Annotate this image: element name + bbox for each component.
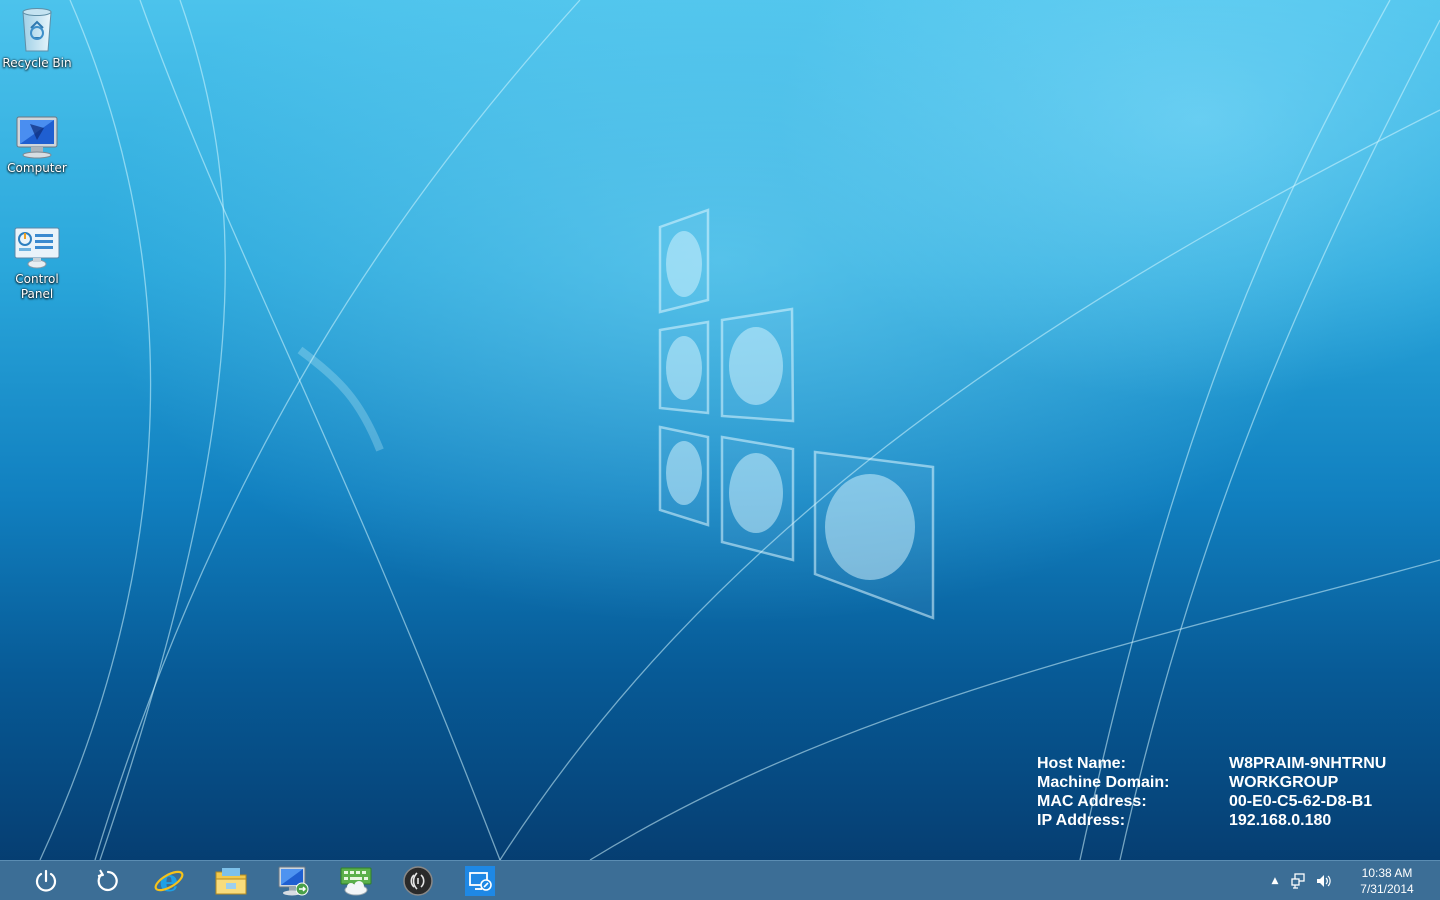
nfc-wireless-icon [403, 866, 433, 896]
chevron-up-icon: ▲ [1271, 875, 1279, 886]
system-info-row-mac: MAC Address: 00-E0-C5-62-D8-B1 [1037, 792, 1417, 811]
desktop-icon-label: Recycle Bin [2, 56, 72, 70]
desktop-icon-label: Computer [7, 161, 67, 175]
file-explorer-button[interactable] [212, 863, 250, 899]
volume-tray-button[interactable] [1312, 870, 1334, 892]
clock-time: 10:38 AM [1361, 865, 1413, 880]
display-settings-icon [465, 866, 495, 896]
power-icon [35, 869, 57, 892]
desktop-icon-control-panel[interactable]: Control Panel [0, 226, 74, 302]
svg-text:e: e [159, 865, 178, 897]
clock-date: 7/31/2014 [1360, 881, 1414, 896]
system-info-key: Machine Domain: [1037, 774, 1170, 791]
remote-desktop-button[interactable] [274, 863, 312, 899]
taskbar-clock[interactable]: 10:38 AM 7/31/2014 [1346, 865, 1428, 897]
volume-icon [1317, 874, 1331, 887]
system-info-value: 00-E0-C5-62-D8-B1 [1229, 793, 1373, 810]
restart-button[interactable] [89, 863, 127, 899]
computer-icon [16, 116, 58, 159]
system-tray: ▲ 10:38 AM 7/31/2014 [1264, 861, 1440, 900]
system-info-row-ip: IP Address: 192.168.0.180 [1037, 811, 1417, 830]
power-button[interactable] [27, 863, 65, 899]
refresh-icon [97, 869, 118, 892]
desktop-icon-label: Control Panel [15, 272, 59, 301]
system-info-row-domain: Machine Domain: WORKGROUP [1037, 773, 1417, 792]
recycle-bin-icon [22, 8, 52, 52]
network-tray-button[interactable] [1288, 870, 1310, 892]
system-info-value: WORKGROUP [1229, 774, 1339, 791]
system-info-key: MAC Address: [1037, 793, 1147, 810]
internet-explorer-icon: e [154, 865, 184, 897]
keyboard-cloud-icon [340, 867, 372, 896]
windows-logo-watermark [658, 208, 935, 620]
display-settings-button[interactable] [461, 863, 499, 899]
desktop-icon-recycle-bin[interactable]: Recycle Bin [0, 6, 74, 71]
system-info-key: IP Address: [1037, 812, 1126, 829]
show-hidden-icons-button[interactable]: ▲ [1264, 870, 1286, 892]
on-screen-keyboard-button[interactable] [337, 863, 375, 899]
system-info-key: Host Name: [1037, 755, 1126, 772]
system-info-value: 192.168.0.180 [1229, 812, 1332, 829]
nfc-app-button[interactable] [399, 863, 437, 899]
system-info-value: W8PRAIM-9NHTRNU [1229, 755, 1387, 772]
desktop[interactable]: Recycle Bin Computer Control Panel Host … [0, 0, 1440, 900]
remote-desktop-icon [278, 866, 309, 896]
network-icon [1291, 872, 1305, 889]
file-explorer-icon [215, 868, 247, 895]
system-info-overlay: Host Name: W8PRAIM-9NHTRNU Machine Domai… [1037, 754, 1417, 830]
taskbar: e ▲ 10:38 AM 7/31/2014 [0, 860, 1440, 900]
system-info-row-host: Host Name: W8PRAIM-9NHTRNU [1037, 754, 1417, 773]
desktop-icon-computer[interactable]: Computer [0, 115, 74, 176]
internet-explorer-button[interactable]: e [150, 863, 188, 899]
control-panel-icon [14, 227, 60, 269]
